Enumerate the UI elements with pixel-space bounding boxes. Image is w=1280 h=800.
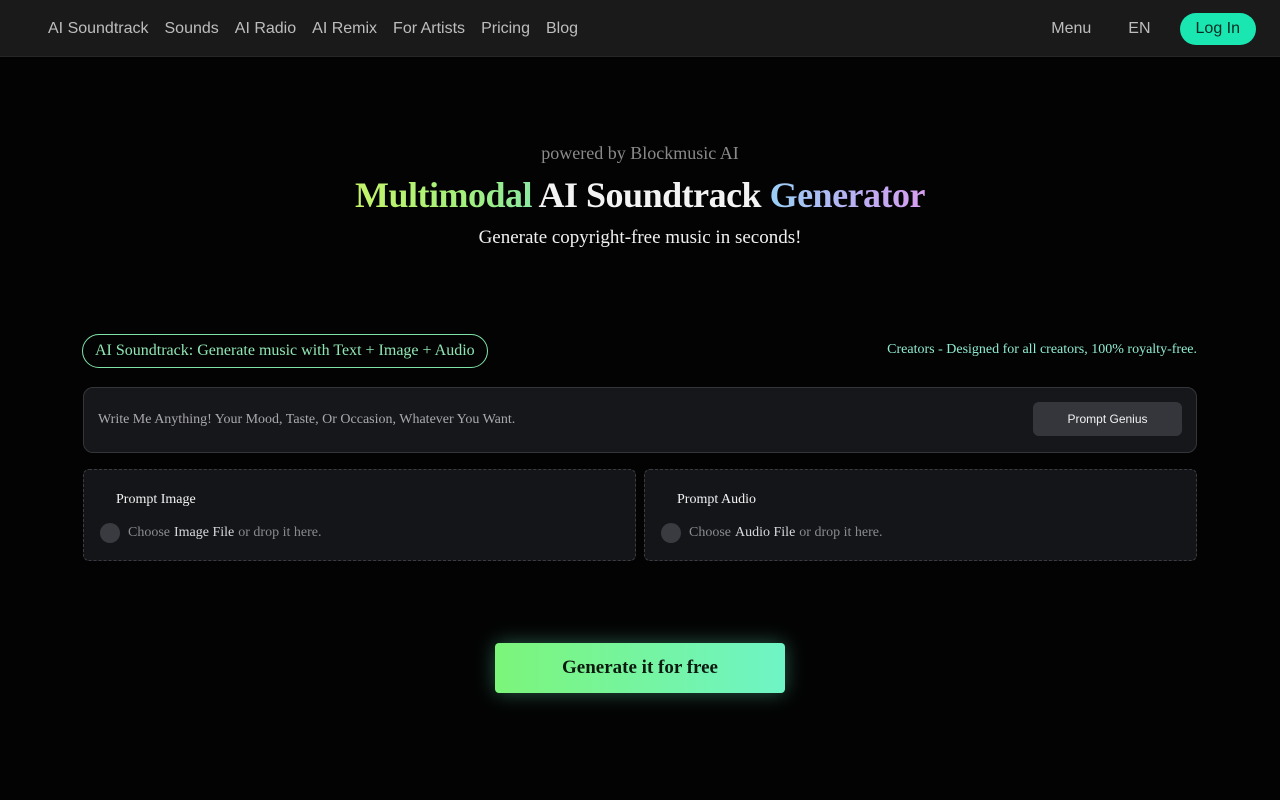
prompt-genius-button[interactable]: Prompt Genius <box>1033 402 1182 436</box>
image-upload-icon <box>100 523 120 543</box>
login-button[interactable]: Log In <box>1179 12 1256 45</box>
language-selector[interactable]: EN <box>1128 20 1150 38</box>
generate-button[interactable]: Generate it for free <box>495 643 785 693</box>
creators-tagline: Creators - Designed for all creators, 10… <box>887 342 1197 357</box>
nav-right: Menu EN Log In <box>1051 0 1256 57</box>
image-upload-title: Prompt Image <box>116 492 196 507</box>
nav-links: AI Soundtrack Sounds AI Radio AI Remix F… <box>48 0 578 57</box>
page-subtitle: Generate copyright-free music in seconds… <box>478 227 802 248</box>
nav-link-blog[interactable]: Blog <box>546 20 578 38</box>
audio-upload-title: Prompt Audio <box>677 492 756 507</box>
image-upload-dropzone[interactable]: Prompt Image Choose Image File or drop i… <box>83 469 636 561</box>
menu-button[interactable]: Menu <box>1051 20 1091 38</box>
prompt-box: Prompt Genius <box>83 387 1197 453</box>
audio-drop-label: or drop it here. <box>799 525 883 540</box>
page-title: Multimodal AI Soundtrack Generator <box>0 174 1280 216</box>
audio-upload-dropzone[interactable]: Prompt Audio Choose Audio File or drop i… <box>644 469 1197 561</box>
nav-link-ai-soundtrack[interactable]: AI Soundtrack <box>48 20 149 38</box>
image-choose-label: Choose <box>128 525 170 540</box>
image-upload-row: Choose Image File or drop it here. <box>100 523 321 543</box>
nav-link-ai-remix[interactable]: AI Remix <box>312 20 377 38</box>
nav-link-sounds[interactable]: Sounds <box>165 20 219 38</box>
audio-upload-row: Choose Audio File or drop it here. <box>661 523 882 543</box>
audio-choose-label: Choose <box>689 525 731 540</box>
image-file-link[interactable]: Image File <box>174 525 234 541</box>
nav-link-for-artists[interactable]: For Artists <box>393 20 465 38</box>
feature-pill: AI Soundtrack: Generate music with Text … <box>82 334 488 368</box>
top-nav: AI Soundtrack Sounds AI Radio AI Remix F… <box>0 0 1280 57</box>
title-generator: Generator <box>769 175 926 215</box>
nav-link-pricing[interactable]: Pricing <box>481 20 530 38</box>
audio-upload-icon <box>661 523 681 543</box>
prompt-input[interactable] <box>98 388 998 452</box>
powered-by-text: powered by Blockmusic AI <box>541 143 739 163</box>
audio-file-link[interactable]: Audio File <box>735 525 795 541</box>
title-ai-soundtrack: AI Soundtrack <box>532 175 770 215</box>
nav-link-ai-radio[interactable]: AI Radio <box>235 20 296 38</box>
title-multimodal: Multimodal <box>354 175 533 215</box>
image-drop-label: or drop it here. <box>238 525 322 540</box>
